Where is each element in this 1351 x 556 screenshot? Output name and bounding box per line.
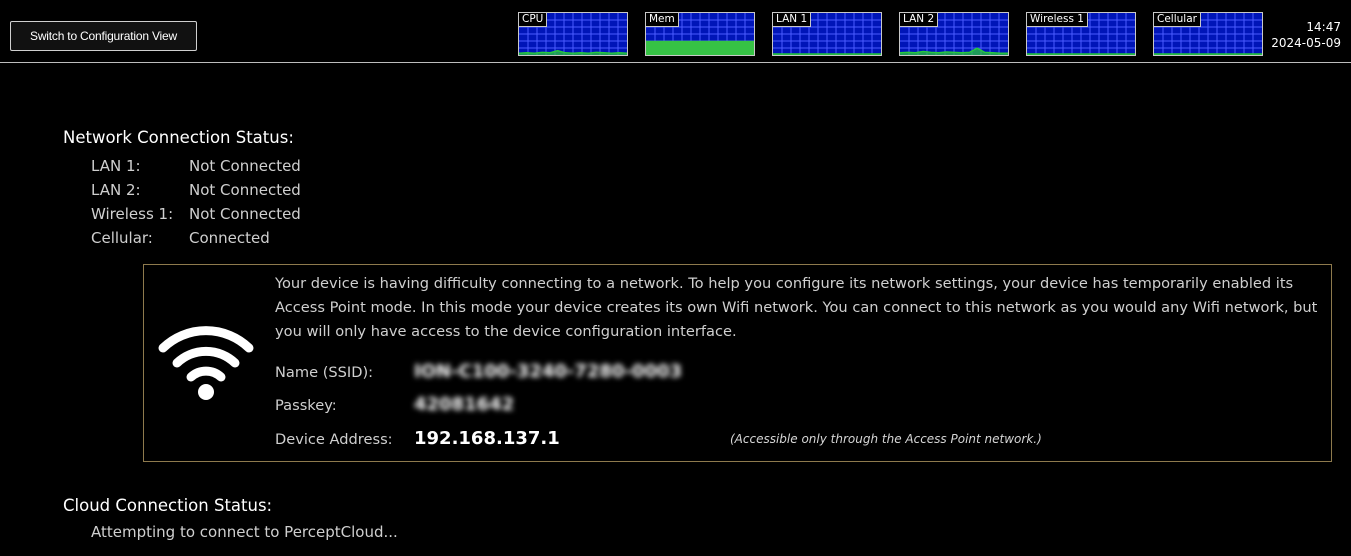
connection-status: Not Connected [189, 181, 301, 199]
cloud-status-title: Cloud Connection Status: [63, 496, 273, 515]
connection-row-cellular: Cellular: Connected [91, 229, 301, 253]
wireless1-monitor-graph: Wireless 1 [1026, 12, 1136, 56]
connection-status: Not Connected [189, 157, 301, 175]
usage-area [646, 41, 754, 55]
mem-monitor-label: Mem [646, 13, 679, 27]
connection-status: Not Connected [189, 205, 301, 223]
cloud-status-text: Attempting to connect to PerceptCloud... [91, 523, 398, 541]
clock: 14:47 2024-05-09 [1271, 19, 1341, 51]
cpu-monitor-label: CPU [519, 13, 548, 27]
connection-row-lan1: LAN 1: Not Connected [91, 157, 301, 181]
wifi-icon [158, 326, 254, 400]
cpu-monitor-graph: CPU [518, 12, 628, 56]
clock-time: 14:47 [1306, 20, 1341, 34]
access-point-note: (Accessible only through the Access Poin… [730, 432, 1042, 446]
passkey-value: 42081642 [414, 394, 515, 415]
connection-row-lan2: LAN 2: Not Connected [91, 181, 301, 205]
connection-name: LAN 2: [91, 181, 141, 199]
connection-name: Cellular: [91, 229, 153, 247]
network-connection-list: LAN 1: Not Connected LAN 2: Not Connecte… [91, 157, 301, 253]
cellular-monitor-label: Cellular [1154, 13, 1201, 27]
switch-to-configuration-view-button[interactable]: Switch to Configuration View [10, 21, 197, 51]
ssid-value: ION-C100-3240-7280-0003 [414, 361, 683, 382]
top-bar: Switch to Configuration View CPU Mem LAN… [0, 0, 1351, 63]
cellular-monitor-graph: Cellular [1153, 12, 1263, 56]
network-status-title: Network Connection Status: [63, 128, 294, 147]
lan2-monitor-label: LAN 2 [900, 13, 939, 27]
lan1-monitor-graph: LAN 1 [772, 12, 882, 56]
device-address-label: Device Address: [275, 431, 393, 448]
connection-status: Connected [189, 229, 270, 247]
access-point-message: Your device is having difficulty connect… [275, 275, 1318, 340]
device-address-value: 192.168.137.1 [414, 428, 560, 449]
passkey-label: Passkey: [275, 397, 337, 414]
connection-row-wireless1: Wireless 1: Not Connected [91, 205, 301, 229]
wireless1-monitor-label: Wireless 1 [1027, 13, 1088, 27]
lan2-monitor-graph: LAN 2 [899, 12, 1009, 56]
clock-date: 2024-05-09 [1271, 36, 1341, 50]
ssid-label: Name (SSID): [275, 364, 374, 381]
connection-name: Wireless 1: [91, 205, 174, 223]
connection-name: LAN 1: [91, 157, 141, 175]
lan1-monitor-label: LAN 1 [773, 13, 812, 27]
mem-monitor-graph: Mem [645, 12, 755, 56]
